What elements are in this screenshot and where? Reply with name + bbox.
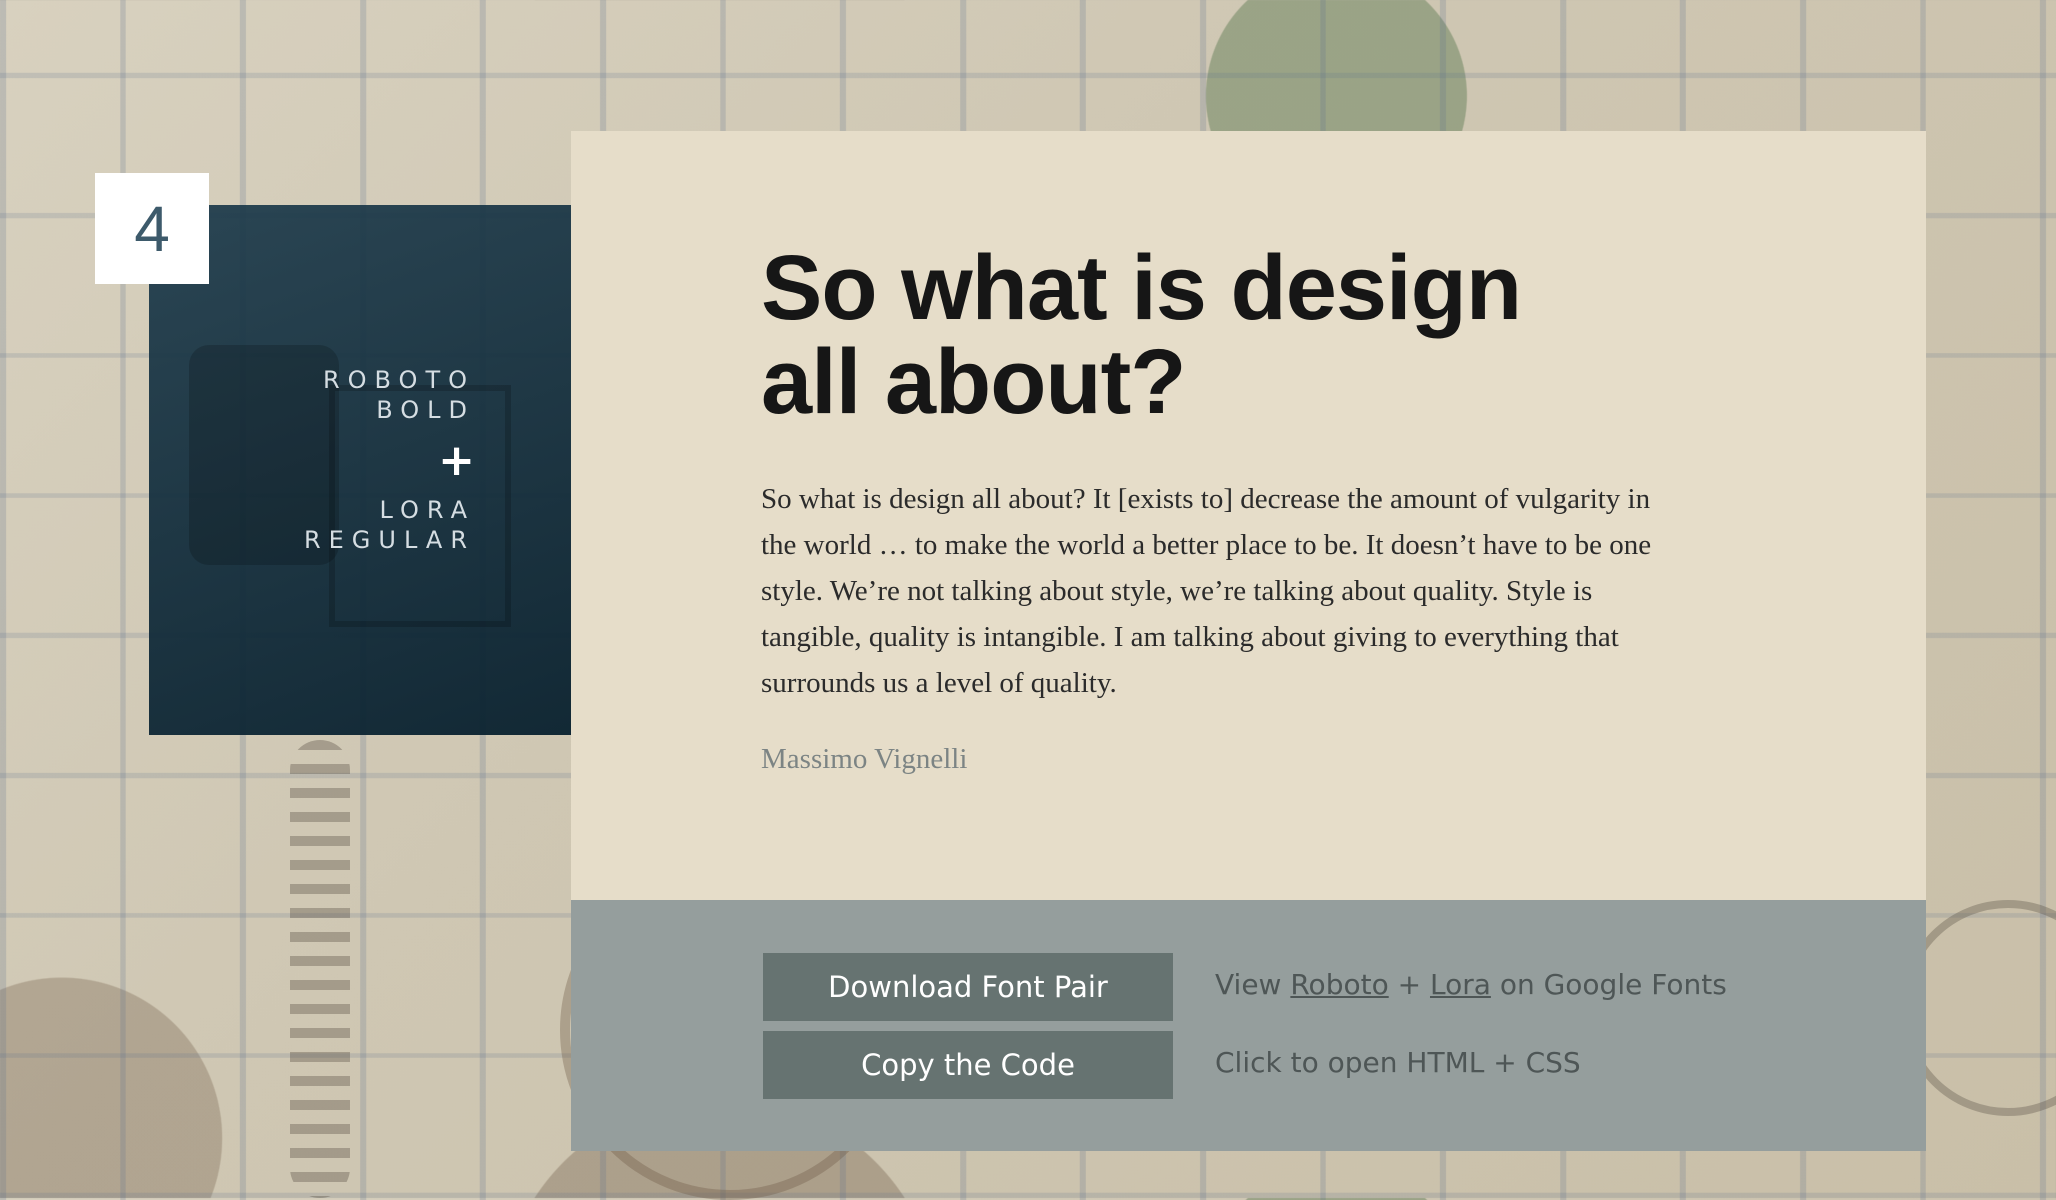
pair-number-badge: 4 — [95, 173, 209, 284]
lora-link[interactable]: Lora — [1430, 968, 1491, 1001]
font-pair-labels: ROBOTO BOLD + LORA REGULAR — [304, 365, 475, 555]
specimen-title: So what is design all about? — [761, 241, 1661, 429]
action-footer: Download Font Pair Copy the Code View Ro… — [571, 900, 1926, 1151]
code-hint: Click to open HTML + CSS — [1215, 1046, 1581, 1079]
body-font-weight: REGULAR — [303, 526, 475, 554]
copy-code-button[interactable]: Copy the Code — [763, 1031, 1173, 1099]
quote-author: Massimo Vignelli — [761, 743, 968, 775]
font-pair-panel: ROBOTO BOLD + LORA REGULAR — [149, 205, 571, 735]
view-prefix: View — [1215, 968, 1282, 1001]
plus-icon: + — [438, 435, 475, 486]
specimen-quote: So what is design all about? It [exists … — [761, 483, 1652, 699]
heading-font-weight: BOLD — [376, 396, 475, 424]
heading-font-name: ROBOTO — [322, 366, 475, 394]
download-font-pair-button[interactable]: Download Font Pair — [763, 953, 1173, 1021]
title-line: So what is design — [761, 237, 1522, 339]
body-font-name: LORA — [379, 496, 475, 524]
view-suffix: on Google Fonts — [1499, 968, 1727, 1001]
title-line: all about? — [761, 331, 1186, 433]
google-fonts-links: View Roboto + Lora on Google Fonts — [1215, 968, 1727, 1001]
plus-separator: + — [1397, 968, 1422, 1001]
background-illustration-detail — [290, 740, 350, 1198]
specimen-card: So what is design all about? So what is … — [571, 131, 1926, 900]
roboto-link[interactable]: Roboto — [1290, 968, 1388, 1001]
